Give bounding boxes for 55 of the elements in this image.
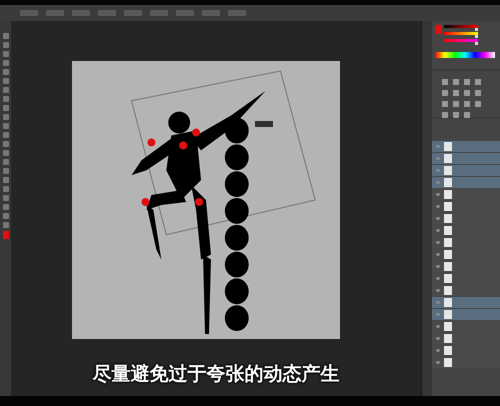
option-field[interactable] [98,10,116,16]
layer-row[interactable] [432,213,500,224]
eye-icon[interactable] [436,337,440,340]
layer-row[interactable] [432,273,500,284]
eye-icon[interactable] [436,217,440,220]
option-field[interactable] [72,10,90,16]
color-spectrum[interactable] [435,52,495,58]
layer-row[interactable] [432,225,500,236]
layer-row[interactable] [432,297,500,308]
eye-icon[interactable] [436,193,440,196]
layer-row[interactable] [432,141,500,152]
eye-icon[interactable] [436,325,440,328]
eye-icon[interactable] [436,205,440,208]
layer-row[interactable] [432,189,500,200]
eye-icon[interactable] [436,265,440,268]
option-field[interactable] [46,10,64,16]
subtitle-caption: 尽量避免过于夸张的动态产生 [91,362,340,387]
layer-row[interactable] [432,261,500,272]
eye-icon[interactable] [436,181,440,184]
slider-thumb[interactable] [475,28,478,31]
layer-row[interactable] [432,153,500,164]
color-swatch-icon[interactable] [2,231,8,239]
eye-icon[interactable] [436,145,440,148]
foreground-color-icon[interactable] [435,25,442,34]
layer-row[interactable] [432,321,500,332]
layer-row[interactable] [432,249,500,260]
eye-icon[interactable] [436,277,440,280]
eye-icon[interactable] [436,157,440,160]
slider-thumb[interactable] [475,35,478,38]
eye-icon[interactable] [436,289,440,292]
layer-row[interactable] [432,165,500,176]
layer-row[interactable] [432,285,500,296]
layer-row[interactable] [432,309,500,320]
eye-icon[interactable] [436,313,440,316]
option-field[interactable] [176,10,194,16]
option-field[interactable] [202,10,220,16]
layer-row[interactable] [432,345,500,356]
slider-thumb[interactable] [475,42,478,45]
layer-row[interactable] [432,333,500,344]
option-field[interactable] [20,10,38,16]
eye-icon[interactable] [436,253,440,256]
option-field[interactable] [124,10,142,16]
eye-icon[interactable] [436,241,440,244]
layer-row[interactable] [432,201,500,212]
layer-row[interactable] [432,357,500,368]
eye-icon[interactable] [436,361,440,364]
tooltip [255,121,273,127]
option-field[interactable] [228,10,246,16]
eye-icon[interactable] [436,301,440,304]
eye-icon[interactable] [436,349,440,352]
option-field[interactable] [150,10,168,16]
layer-row[interactable] [432,177,500,188]
eye-icon[interactable] [436,169,440,172]
eye-icon[interactable] [436,229,440,232]
layer-row[interactable] [432,237,500,248]
